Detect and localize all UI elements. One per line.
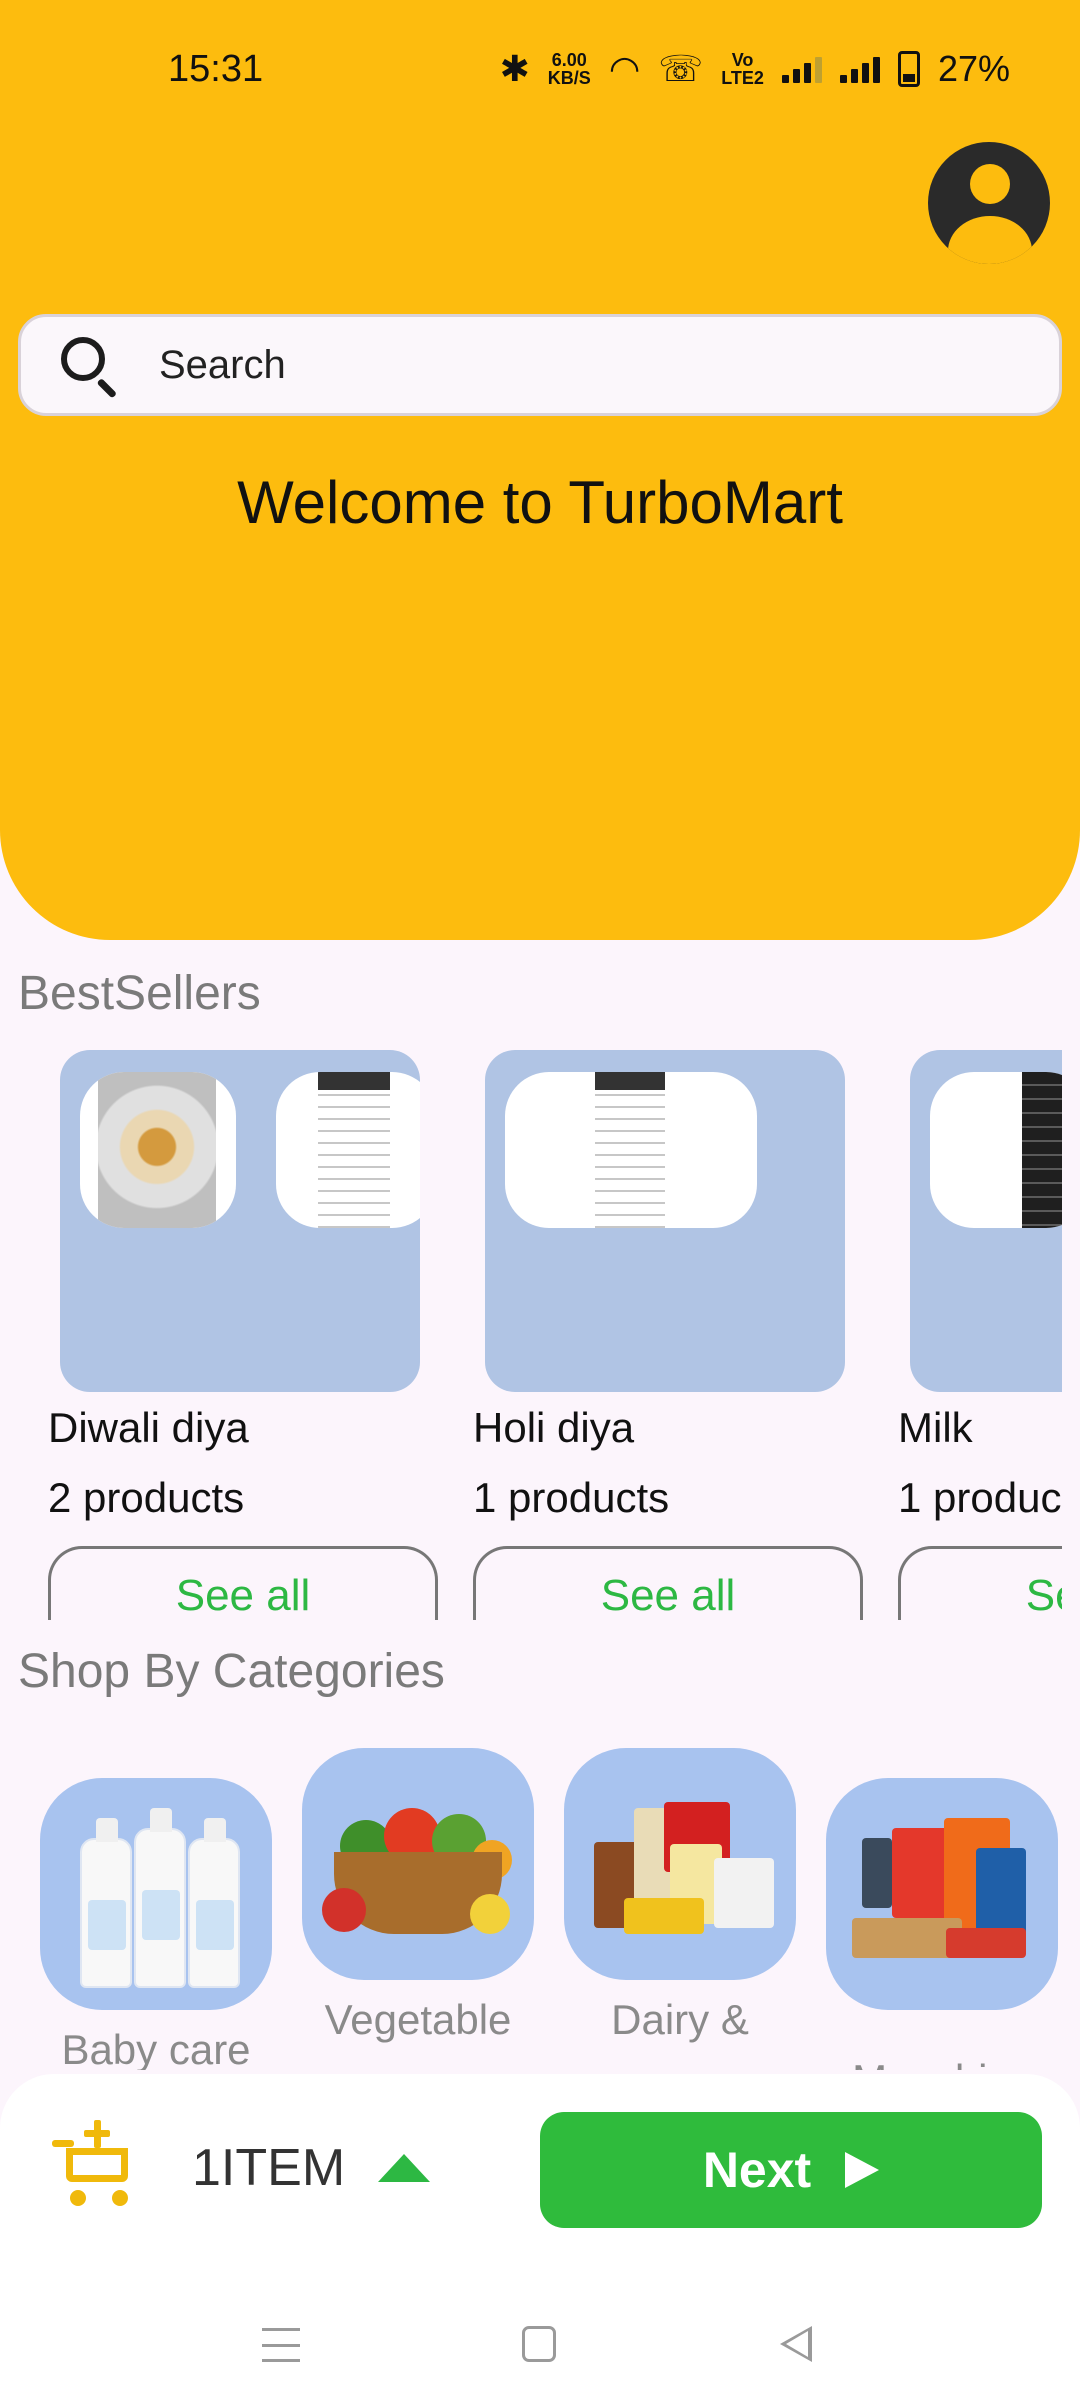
next-button[interactable]: Next (540, 2112, 1042, 2228)
profile-avatar-icon[interactable] (928, 142, 1050, 264)
category-label: Munchies (826, 2056, 1058, 2070)
category-munchies[interactable]: Munchies (826, 1778, 1058, 2070)
back-icon[interactable] (780, 2326, 812, 2362)
bestseller-name: Milk (898, 1404, 973, 1451)
network-speed-value: 6.00 (551, 50, 587, 70)
munchies-snacks-icon (826, 1778, 1058, 2010)
cart-item-count[interactable]: 1ITEM (192, 2138, 345, 2198)
bestsellers-carousel[interactable]: Diwali diya 2 products See all Holi diya… (0, 1050, 1062, 1620)
header-banner: 15:31 ✱ 6.00 KB/S ◠ ☏ Vo LTE2 27% Welcom… (0, 0, 1080, 940)
wifi-calling-icon: ☏ (658, 48, 704, 89)
bestseller-card[interactable]: Diwali diya 2 products See all (48, 1050, 438, 1620)
search-input[interactable] (159, 342, 1019, 388)
categories-carousel[interactable]: Baby care Vegetable Dairy & (0, 1740, 1080, 2070)
search-bar[interactable] (18, 314, 1062, 416)
search-icon (59, 335, 119, 399)
product-thumb (930, 1072, 1062, 1228)
see-all-button[interactable]: See all (898, 1546, 1062, 1620)
bestseller-image (485, 1050, 845, 1392)
product-thumb (505, 1072, 757, 1228)
baby-care-products-icon (40, 1778, 272, 2010)
categories-title: Shop By Categories (18, 1645, 445, 1698)
add-to-cart-icon[interactable] (52, 2120, 136, 2206)
menu-icon[interactable] (262, 2328, 300, 2362)
bestseller-count: 1 products (898, 1474, 1062, 1521)
welcome-title: Welcome to TurboMart (237, 469, 843, 536)
status-time: 15:31 (168, 48, 264, 90)
category-label: Dairy & (611, 1996, 749, 2043)
volte-bottom: LTE2 (721, 68, 764, 88)
product-thumb (80, 1072, 236, 1228)
battery-icon (897, 51, 920, 87)
wifi-icon: ◠ (608, 48, 641, 89)
category-dairy[interactable]: Dairy & (564, 1748, 796, 2043)
battery-percent: 27% (937, 48, 1010, 89)
home-icon[interactable] (522, 2326, 556, 2362)
volte-top: Vo (731, 50, 754, 70)
status-bar-icons: ✱ 6.00 KB/S ◠ ☏ Vo LTE2 27% (500, 48, 1010, 90)
next-button-label: Next (702, 2142, 812, 2198)
system-nav-bar (0, 2264, 1080, 2400)
bestseller-card[interactable]: Holi diya 1 products See all (473, 1050, 863, 1620)
category-label: Vegetable (324, 1996, 512, 2043)
bestseller-name: Diwali diya (48, 1404, 249, 1451)
network-speed: 6.00 KB/S (548, 51, 591, 87)
see-all-button[interactable]: See all (473, 1546, 863, 1620)
signal-icon-2 (839, 55, 880, 83)
vegetable-basket-icon (302, 1748, 534, 1980)
volte-indicator: Vo LTE2 (721, 51, 764, 87)
bestseller-count: 2 products (48, 1474, 245, 1521)
network-speed-unit: KB/S (547, 68, 591, 88)
product-thumb (276, 1072, 420, 1228)
dairy-products-icon (564, 1748, 796, 1980)
category-vegetable[interactable]: Vegetable (302, 1748, 534, 2043)
bestseller-image (910, 1050, 1062, 1392)
bestseller-card[interactable]: Milk 1 products See all (898, 1050, 1062, 1620)
bestsellers-title: BestSellers (18, 967, 261, 1020)
bestseller-image (60, 1050, 420, 1392)
bestseller-count: 1 products (473, 1474, 670, 1521)
see-all-button[interactable]: See all (48, 1546, 438, 1620)
expand-cart-icon[interactable] (378, 2154, 430, 2182)
bestseller-name: Holi diya (473, 1404, 635, 1451)
category-label: Baby care (61, 2026, 251, 2070)
category-baby-care[interactable]: Baby care (40, 1778, 272, 2070)
bluetooth-icon: ✱ (499, 48, 530, 89)
play-arrow-icon (845, 2152, 880, 2188)
signal-icon (781, 55, 822, 83)
